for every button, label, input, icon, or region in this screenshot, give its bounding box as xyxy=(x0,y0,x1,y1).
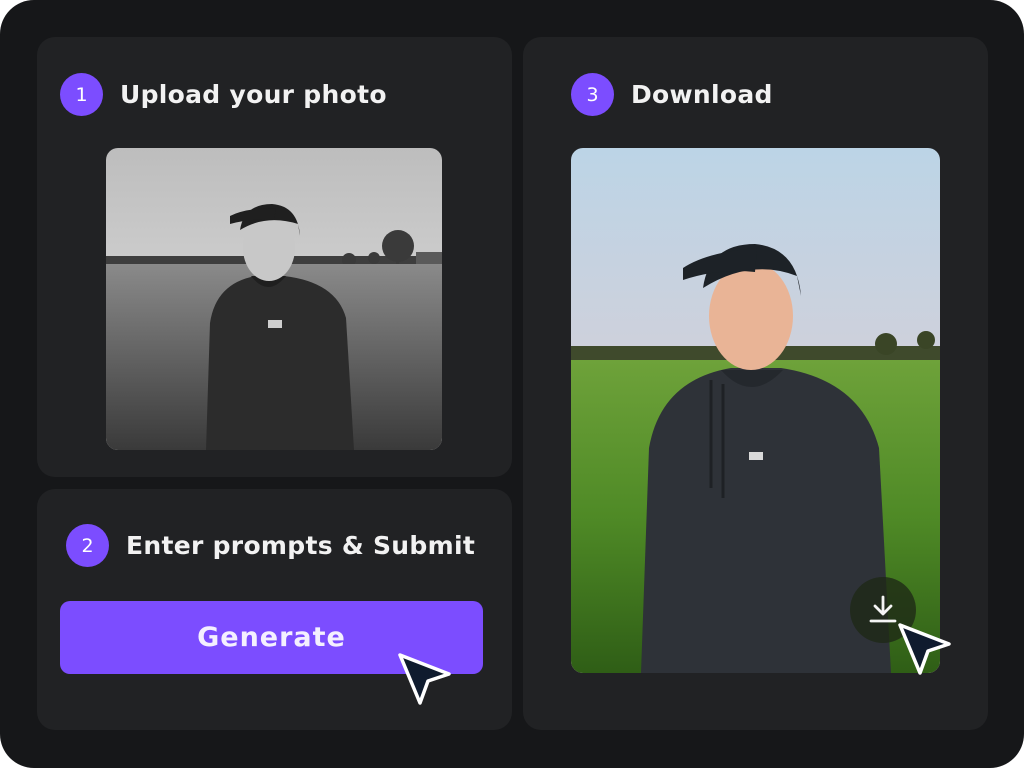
prompt-step-header: 2 Enter prompts & Submit xyxy=(66,524,475,567)
upload-step-title: Upload your photo xyxy=(120,80,387,109)
step-2-badge: 2 xyxy=(66,524,109,567)
uploaded-photo[interactable] xyxy=(106,148,442,450)
prompt-step-title: Enter prompts & Submit xyxy=(126,531,476,560)
step-1-badge: 1 xyxy=(60,73,103,116)
step-3-badge: 3 xyxy=(571,73,614,116)
upload-card: 1 Upload your photo xyxy=(37,37,512,477)
download-step-title: Download xyxy=(631,80,773,109)
arrow-cursor-icon xyxy=(398,653,451,705)
arrow-cursor-icon xyxy=(898,623,951,675)
app-frame: 1 Upload your photo 2 Enter prompts & Su… xyxy=(0,0,1024,768)
download-step-header: 3 Download xyxy=(571,73,773,116)
upload-step-header: 1 Upload your photo xyxy=(60,73,387,116)
download-icon xyxy=(869,595,897,623)
